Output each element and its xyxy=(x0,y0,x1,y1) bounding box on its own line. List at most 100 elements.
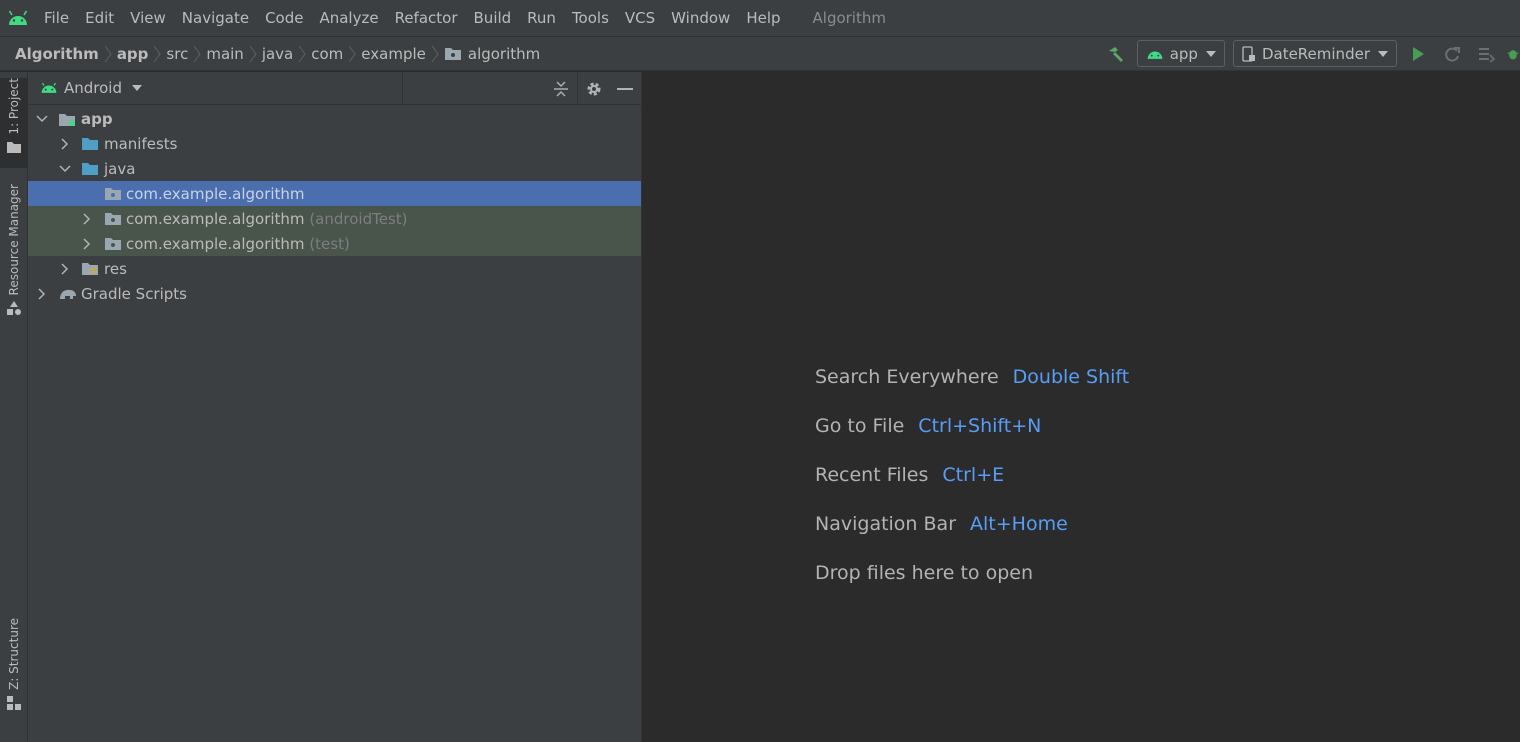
run-config-select[interactable]: DateReminder xyxy=(1232,40,1397,67)
tree-item-label: com.example.algorithm xyxy=(126,184,305,203)
hint-shortcut: Double Shift xyxy=(1012,366,1130,388)
tree-item-label: Gradle Scripts xyxy=(81,284,187,303)
resource-manager-tab-label: Resource Manager xyxy=(7,184,21,296)
chevron-down-icon xyxy=(1205,50,1216,57)
breadcrumb-module[interactable]: app xyxy=(117,45,149,63)
run-play-icon[interactable] xyxy=(1404,40,1432,68)
breadcrumb-src[interactable]: src xyxy=(166,45,188,63)
hint-text: Recent Files xyxy=(815,464,929,486)
tree-item-suffix: (androidTest) xyxy=(309,209,408,228)
hint-navigation-bar: Navigation Bar Alt+Home xyxy=(815,513,1129,562)
hint-text: Drop files here to open xyxy=(815,562,1034,584)
menu-help[interactable]: Help xyxy=(738,0,788,36)
module-config-label: app xyxy=(1169,44,1198,63)
apply-code-changes-icon[interactable] xyxy=(1472,40,1500,68)
breadcrumb-separator-icon xyxy=(244,37,262,70)
structure-tool-tab[interactable]: Z: Structure xyxy=(0,618,28,714)
structure-icon xyxy=(7,695,21,710)
hint-shortcut: Ctrl+E xyxy=(942,464,1005,486)
breadcrumb-java[interactable]: java xyxy=(262,45,293,63)
project-tool-window: Android app manifests java com.example.a… xyxy=(28,72,641,742)
tree-item-package-main[interactable]: com.example.algorithm xyxy=(28,181,641,206)
navigation-bar: Algorithm app src main java com example … xyxy=(0,36,1520,71)
breadcrumb-package[interactable]: algorithm xyxy=(444,45,540,63)
android-studio-icon xyxy=(0,0,36,36)
chevron-right-icon[interactable] xyxy=(79,211,95,227)
breadcrumb-separator-icon xyxy=(99,37,117,70)
menu-vcs[interactable]: VCS xyxy=(617,0,663,36)
editor-empty-area[interactable]: Search Everywhere Double Shift Go to Fil… xyxy=(641,72,1520,742)
breadcrumb-separator-icon xyxy=(343,37,361,70)
resources-folder-icon xyxy=(81,261,99,277)
menu-view[interactable]: View xyxy=(122,0,174,36)
tree-item-gradle-scripts[interactable]: Gradle Scripts xyxy=(28,281,641,306)
breadcrumb-package-label: algorithm xyxy=(467,44,541,63)
project-panel-tools xyxy=(545,72,641,105)
breadcrumb-example[interactable]: example xyxy=(361,45,426,63)
resource-manager-tab[interactable]: Resource Manager xyxy=(0,184,28,324)
menu-window[interactable]: Window xyxy=(663,0,738,36)
hint-shortcut: Ctrl+Shift+N xyxy=(918,415,1042,437)
breadcrumb-separator-icon xyxy=(188,37,206,70)
project-panel-header: Android xyxy=(28,72,641,105)
run-config-label: DateReminder xyxy=(1261,44,1370,63)
menu-analyze[interactable]: Analyze xyxy=(311,0,386,36)
chevron-right-icon[interactable] xyxy=(34,286,50,302)
tree-item-label: com.example.algorithm (test) xyxy=(126,235,350,253)
build-hammer-icon[interactable] xyxy=(1102,40,1130,68)
package-folder-icon xyxy=(444,48,461,60)
android-icon xyxy=(1147,51,1163,59)
tree-item-res[interactable]: res xyxy=(28,256,641,281)
tree-item-label: app xyxy=(81,109,113,128)
collapse-all-icon[interactable] xyxy=(545,72,577,105)
module-folder-icon xyxy=(58,111,76,127)
hint-shortcut: Alt+Home xyxy=(970,513,1068,535)
project-tree: app manifests java com.example.algorithm… xyxy=(28,106,641,306)
tree-item-label: com.example.algorithm (androidTest) xyxy=(126,210,407,228)
breadcrumb-separator-icon xyxy=(293,37,311,70)
tree-item-label: java xyxy=(104,159,136,178)
chevron-right-icon[interactable] xyxy=(57,136,73,152)
tree-item-name: com.example.algorithm xyxy=(126,209,305,228)
tree-item-label: res xyxy=(104,259,127,278)
chevron-down-icon[interactable] xyxy=(57,161,73,177)
tree-item-java[interactable]: java xyxy=(28,156,641,181)
hint-text: Search Everywhere xyxy=(815,366,999,388)
module-config-select[interactable]: app xyxy=(1136,40,1225,67)
hide-minus-icon[interactable] xyxy=(609,72,641,105)
resource-manager-icon xyxy=(7,301,21,316)
menu-navigate[interactable]: Navigate xyxy=(174,0,257,36)
chevron-right-icon[interactable] xyxy=(79,236,95,252)
tree-item-package-test[interactable]: com.example.algorithm (test) xyxy=(28,231,641,256)
editor-hints: Search Everywhere Double Shift Go to Fil… xyxy=(815,366,1129,611)
left-tool-window-strip: 1: Project Resource Manager Z: Structure xyxy=(0,72,28,742)
menu-code[interactable]: Code xyxy=(257,0,311,36)
window-title: Algorithm xyxy=(812,9,886,27)
chevron-down-icon[interactable] xyxy=(34,111,50,127)
debug-bug-icon[interactable] xyxy=(1506,40,1520,68)
device-icon xyxy=(1242,45,1255,62)
tree-item-app[interactable]: app xyxy=(28,106,641,131)
breadcrumb-com[interactable]: com xyxy=(311,45,343,63)
breadcrumb-project[interactable]: Algorithm xyxy=(15,45,99,63)
tree-item-package-android-test[interactable]: com.example.algorithm (androidTest) xyxy=(28,206,641,231)
project-view-label: Android xyxy=(64,79,122,97)
android-icon xyxy=(41,82,57,93)
gear-icon[interactable] xyxy=(577,72,609,105)
folder-icon xyxy=(81,161,99,177)
menu-file[interactable]: File xyxy=(36,0,77,36)
hint-recent-files: Recent Files Ctrl+E xyxy=(815,464,1129,513)
menu-edit[interactable]: Edit xyxy=(77,0,122,36)
menu-run[interactable]: Run xyxy=(519,0,564,36)
tree-item-manifests[interactable]: manifests xyxy=(28,131,641,156)
menu-build[interactable]: Build xyxy=(466,0,520,36)
project-tool-tab-label: 1: Project xyxy=(7,78,21,135)
chevron-right-icon[interactable] xyxy=(57,261,73,277)
project-tool-tab[interactable]: 1: Project xyxy=(0,78,28,168)
chevron-down-icon xyxy=(132,85,142,91)
menu-tools[interactable]: Tools xyxy=(564,0,617,36)
project-view-select[interactable]: Android xyxy=(28,72,403,104)
breadcrumb-main[interactable]: main xyxy=(206,45,243,63)
menu-refactor[interactable]: Refactor xyxy=(387,0,466,36)
apply-changes-icon[interactable] xyxy=(1438,40,1466,68)
